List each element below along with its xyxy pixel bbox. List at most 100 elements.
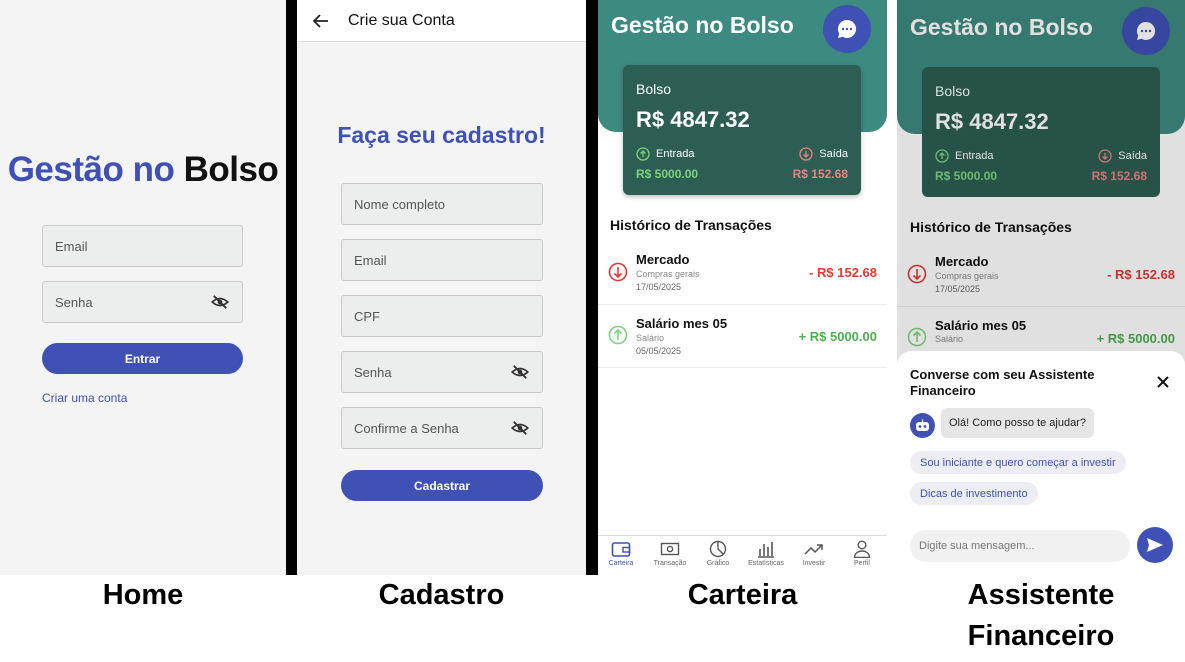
- suggestion-chip[interactable]: Sou iniciante e quero começar a investir: [910, 451, 1126, 474]
- divider: [586, 0, 598, 575]
- nav-label: Transação: [653, 560, 687, 567]
- assistant-screen: Gestão no Bolso Bolso R$ 4847.32 Entrada…: [897, 0, 1185, 575]
- nav-label: Estatísticas: [748, 560, 784, 567]
- transaction-row[interactable]: Salário mes 05 Salário 05/05/2025 + R$ 5…: [598, 305, 887, 368]
- arrow-down-circle-icon: [799, 147, 813, 161]
- message-input[interactable]: Digite sua mensagem...: [910, 530, 1130, 562]
- nav-label: Perfil: [854, 560, 870, 567]
- chat-button[interactable]: [823, 5, 871, 53]
- income-value: R$ 5000.00: [636, 167, 699, 181]
- register-header: Crie sua Conta: [297, 0, 586, 42]
- transaction-name: Mercado: [636, 252, 690, 267]
- transaction-amount: + R$ 5000.00: [798, 329, 877, 344]
- nav-label: Carteira: [608, 560, 634, 567]
- eye-off-icon[interactable]: [210, 295, 230, 309]
- register-password-placeholder: Senha: [354, 364, 392, 380]
- register-heading: Faça seu cadastro!: [337, 122, 546, 148]
- robot-icon: [916, 419, 929, 431]
- home-title-part1: Gestão no: [7, 150, 175, 189]
- transaction-amount: - R$ 152.68: [809, 265, 877, 280]
- email-input[interactable]: Email: [42, 225, 243, 267]
- home-screen: Gestão no Bolso Email Senha Entrar Criar…: [0, 0, 286, 575]
- nav-divider: [598, 535, 887, 536]
- register-screen: Crie sua Conta Faça seu cadastro! Nome c…: [297, 0, 586, 575]
- nav-item-perfil[interactable]: Perfil: [838, 540, 886, 567]
- transaction-row[interactable]: Mercado Compras gerais 17/05/2025 - R$ 1…: [598, 242, 887, 305]
- balance-card: Bolso R$ 4847.32 Entrada R$ 5000.00 Saíd…: [623, 65, 861, 195]
- close-icon[interactable]: [1157, 376, 1169, 388]
- expense-label: Saída: [799, 147, 848, 161]
- eye-off-icon[interactable]: [510, 421, 530, 435]
- balance-value: R$ 4847.32: [636, 107, 750, 132]
- caption-cadastro: Cadastro: [378, 579, 505, 611]
- expense-value: R$ 152.68: [792, 167, 848, 181]
- nav-item-grafico[interactable]: Gráfico: [694, 540, 742, 567]
- caption-carteira: Carteira: [687, 579, 798, 611]
- fullname-placeholder: Nome completo: [354, 196, 446, 212]
- history-title: Histórico de Transações: [610, 217, 772, 233]
- user-icon: [853, 540, 871, 558]
- caption-assistente-line2: Financeiro: [967, 620, 1115, 652]
- send-icon: [1147, 538, 1163, 552]
- transaction-date: 05/05/2025: [636, 346, 682, 356]
- income-label-text: Entrada: [656, 148, 695, 160]
- email-placeholder: Email: [55, 238, 88, 254]
- divider: [887, 0, 897, 575]
- register-email-input[interactable]: Email: [341, 239, 543, 281]
- wallet-screen: Gestão no Bolso Bolso R$ 4847.32 Entrada…: [598, 0, 887, 575]
- chat-title-line2: Financeiro: [910, 383, 976, 398]
- caption-home: Home: [102, 579, 184, 611]
- confirm-password-placeholder: Confirme a Senha: [354, 420, 459, 436]
- nav-item-carteira[interactable]: Carteira: [598, 540, 645, 567]
- home-title: Gestão no Bolso: [0, 150, 286, 190]
- chat-title-line1: Converse com seu Assistente: [910, 367, 1095, 382]
- arrow-up-circle-icon: [636, 147, 650, 161]
- wallet-icon: [611, 542, 631, 557]
- home-title-part2: Bolso: [183, 150, 279, 189]
- caption-assistente: Assistente Financeiro: [897, 575, 1185, 657]
- register-email-placeholder: Email: [354, 252, 387, 268]
- bar-chart-icon: [758, 542, 774, 558]
- chat-title: Converse com seu Assistente Financeiro: [910, 367, 1094, 399]
- login-button[interactable]: Entrar: [42, 343, 243, 374]
- app-title: Gestão no Bolso: [611, 12, 794, 38]
- register-button[interactable]: Cadastrar: [341, 470, 543, 501]
- bot-message-bubble: Olá! Como posso te ajudar?: [941, 408, 1094, 438]
- eye-off-icon[interactable]: [510, 365, 530, 379]
- nav-item-investir[interactable]: Investir: [790, 540, 838, 567]
- register-header-title: Crie sua Conta: [348, 11, 455, 29]
- send-button[interactable]: [1137, 527, 1173, 563]
- fullname-input[interactable]: Nome completo: [341, 183, 543, 225]
- chat-bubble-icon: [837, 19, 857, 38]
- cpf-placeholder: CPF: [354, 308, 380, 324]
- chat-sheet: Converse com seu Assistente Financeiro O…: [897, 351, 1185, 575]
- expense-label-text: Saída: [819, 148, 848, 160]
- arrow-down-circle-icon: [608, 262, 628, 282]
- transaction-name: Salário mes 05: [636, 316, 728, 331]
- password-input[interactable]: Senha: [42, 281, 243, 323]
- income-label: Entrada: [636, 147, 695, 161]
- caption-assistente-line1: Assistente: [967, 579, 1115, 611]
- transaction-category: Compras gerais: [636, 269, 700, 279]
- back-arrow-icon[interactable]: [313, 13, 329, 29]
- divider: [286, 0, 297, 575]
- pie-chart-icon: [709, 540, 727, 558]
- confirm-password-input[interactable]: Confirme a Senha: [341, 407, 543, 449]
- nav-label: Investir: [802, 560, 826, 567]
- money-icon: [660, 542, 680, 556]
- trending-up-icon: [804, 544, 823, 555]
- arrow-up-circle-icon: [608, 325, 628, 345]
- cpf-input[interactable]: CPF: [341, 295, 543, 337]
- nav-item-transacao[interactable]: Transação: [646, 540, 694, 567]
- message-placeholder: Digite sua mensagem...: [919, 540, 1035, 552]
- create-account-link[interactable]: Criar uma conta: [42, 391, 127, 405]
- transaction-category: Salário: [636, 333, 665, 343]
- nav-label: Gráfico: [706, 560, 730, 567]
- register-password-input[interactable]: Senha: [341, 351, 543, 393]
- password-placeholder: Senha: [55, 294, 93, 310]
- transaction-date: 17/05/2025: [636, 282, 682, 292]
- bot-avatar: [910, 413, 935, 438]
- balance-label: Bolso: [636, 81, 672, 97]
- suggestion-chip[interactable]: Dicas de investimento: [910, 482, 1038, 505]
- nav-item-estatisticas[interactable]: Estatísticas: [742, 540, 790, 567]
